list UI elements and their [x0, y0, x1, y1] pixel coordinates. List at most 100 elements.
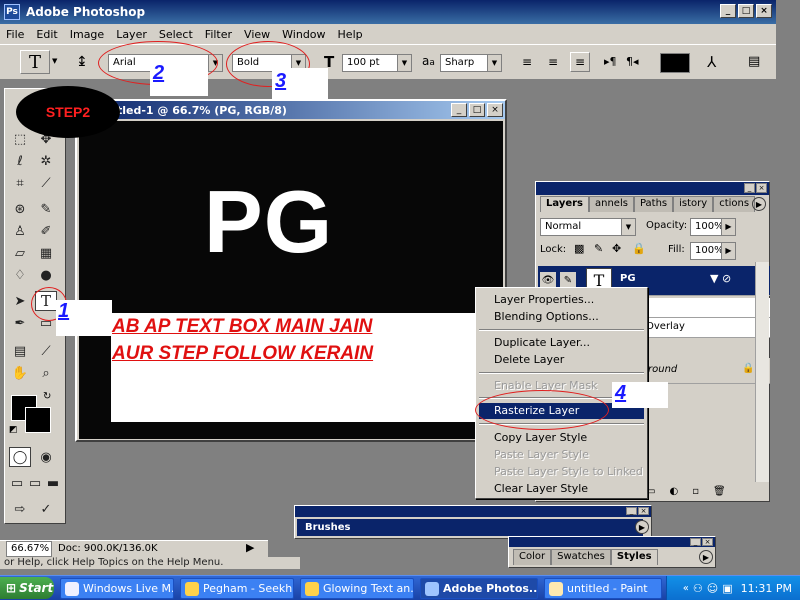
antialias-select[interactable]: Sharp ▼: [440, 54, 502, 72]
menu-edit[interactable]: Edit: [36, 28, 57, 41]
lock-all-icon[interactable]: 🔒: [632, 242, 646, 255]
lock-transparency-icon[interactable]: ▩: [574, 242, 584, 255]
taskbar-item-paint[interactable]: untitled - Paint: [544, 578, 662, 599]
crop-tool-icon[interactable]: ⌗: [9, 173, 31, 193]
tab-channels[interactable]: annels: [589, 196, 634, 212]
dodge-tool-icon[interactable]: ●: [35, 265, 57, 285]
menu-layer[interactable]: Layer: [116, 28, 147, 41]
palette-minimize-icon[interactable]: _: [626, 507, 637, 515]
taskbar-item-photoshop[interactable]: Adobe Photos...: [420, 578, 538, 599]
network-icon[interactable]: ⚇: [693, 582, 703, 595]
adjustment-layer-icon[interactable]: ◐: [669, 486, 678, 497]
tab-color[interactable]: Color: [513, 549, 552, 565]
tab-swatches[interactable]: Swatches: [551, 549, 611, 565]
menu-view[interactable]: View: [244, 28, 270, 41]
start-button[interactable]: ⊞ Start: [0, 577, 54, 599]
tab-styles[interactable]: Styles: [610, 549, 658, 565]
new-layer-icon[interactable]: ▫: [692, 486, 699, 497]
layer-style-icon[interactable]: ▼ ⊘: [710, 272, 731, 285]
menu-select[interactable]: Select: [159, 28, 193, 41]
taskbar-item-glowing-text[interactable]: Glowing Text an...: [300, 578, 414, 599]
chevron-left-icon[interactable]: «: [683, 583, 689, 594]
default-colors-icon[interactable]: ◩: [9, 425, 18, 435]
quickmask-mode-icon[interactable]: ◉: [35, 447, 57, 467]
minimize-button[interactable]: _: [720, 4, 736, 18]
screen-mode-full-menu-icon[interactable]: ▭: [27, 473, 43, 493]
gradient-tool-icon[interactable]: ▦: [35, 243, 57, 263]
canvas-text-layer[interactable]: PG: [204, 171, 333, 273]
menu-item-clear-layer-style[interactable]: Clear Layer Style: [479, 481, 644, 497]
palette-close-icon[interactable]: ×: [756, 183, 767, 193]
menu-window[interactable]: Window: [282, 28, 325, 41]
menu-item-delete-layer[interactable]: Delete Layer: [479, 352, 644, 368]
doc-minimize-button[interactable]: _: [451, 103, 467, 117]
eraser-tool-icon[interactable]: ▱: [9, 243, 31, 263]
menu-item-copy-layer-style[interactable]: Copy Layer Style: [479, 430, 644, 446]
zoom-tool-icon[interactable]: ⌕: [35, 363, 57, 383]
menu-help[interactable]: Help: [338, 28, 363, 41]
blend-mode-select[interactable]: Normal ▼: [540, 218, 636, 236]
tab-paths[interactable]: Paths: [633, 196, 674, 212]
align-left-icon[interactable]: ≡: [522, 55, 532, 69]
clone-stamp-icon[interactable]: ♙: [9, 221, 31, 241]
warp-text-icon[interactable]: ⅄: [707, 53, 716, 71]
brushes-palette-title[interactable]: Brushes: [297, 519, 643, 536]
rtl-icon[interactable]: ¶◂: [626, 55, 639, 68]
screen-mode-full-icon[interactable]: ▬: [45, 473, 61, 493]
menu-item-layer-properties[interactable]: Layer Properties...: [479, 292, 644, 308]
text-tool-preset-button[interactable]: T: [20, 50, 50, 74]
eyedropper-icon[interactable]: ⟋: [35, 341, 57, 361]
menu-file[interactable]: File: [6, 28, 24, 41]
palette-close-icon[interactable]: ×: [638, 507, 649, 515]
menu-filter[interactable]: Filter: [205, 28, 232, 41]
doc-maximize-button[interactable]: □: [469, 103, 485, 117]
menu-item-duplicate-layer[interactable]: Duplicate Layer...: [479, 335, 644, 351]
palette-menu-icon[interactable]: ▶: [635, 520, 649, 534]
swap-colors-icon[interactable]: ↻: [43, 391, 51, 402]
layers-scrollbar[interactable]: [755, 262, 769, 482]
pen-tool-icon[interactable]: ✒: [9, 313, 31, 333]
fill-field[interactable]: 100% ▶: [690, 242, 736, 260]
menu-image[interactable]: Image: [70, 28, 104, 41]
palette-menu-icon[interactable]: ▶: [752, 197, 766, 211]
zoom-field[interactable]: 66.67%: [6, 541, 52, 557]
history-brush-icon[interactable]: ✐: [35, 221, 57, 241]
align-center-icon[interactable]: ≡: [548, 55, 558, 69]
status-menu-icon[interactable]: ▶: [246, 541, 254, 554]
palette-close-icon[interactable]: ×: [702, 538, 713, 546]
brush-tool-icon[interactable]: ✎: [35, 199, 57, 219]
healing-brush-icon[interactable]: ⊛: [9, 199, 31, 219]
jump-to-imageready-icon[interactable]: ⇨: [9, 499, 31, 519]
palette-menu-icon[interactable]: ▶: [699, 550, 713, 564]
notes-tool-icon[interactable]: ▤: [9, 341, 31, 361]
doc-close-button[interactable]: ×: [487, 103, 503, 117]
display-icon[interactable]: ▣: [722, 582, 732, 595]
standard-mode-icon[interactable]: ◯: [9, 447, 31, 467]
messenger-tray-icon[interactable]: ☺: [707, 582, 718, 595]
tab-history[interactable]: istory: [673, 196, 714, 212]
tab-layers[interactable]: Layers: [540, 196, 589, 212]
palette-minimize-icon[interactable]: _: [690, 538, 701, 546]
preset-dropdown-icon[interactable]: ▼: [52, 57, 57, 65]
orientation-toggle-icon[interactable]: ↨: [76, 54, 88, 70]
opacity-field[interactable]: 100% ▶: [690, 218, 736, 236]
lock-brush-icon[interactable]: ✎: [594, 242, 603, 255]
taskbar-item-pegham[interactable]: Pegham - Seekh...: [180, 578, 294, 599]
slice-tool-icon[interactable]: ⟋: [35, 173, 57, 193]
screen-mode-standard-icon[interactable]: ▭: [9, 473, 25, 493]
palette-minimize-icon[interactable]: _: [744, 183, 755, 193]
lasso-tool-icon[interactable]: ℓ: [9, 151, 31, 171]
background-color-swatch[interactable]: [25, 407, 51, 433]
tab-actions[interactable]: ctions: [713, 196, 756, 212]
close-button[interactable]: ×: [756, 4, 772, 18]
taskbar-item-windows-live[interactable]: Windows Live M...: [60, 578, 174, 599]
marquee-tool-icon[interactable]: ⬚: [9, 129, 31, 149]
maximize-button[interactable]: □: [738, 4, 754, 18]
path-selection-icon[interactable]: ➤: [9, 291, 31, 311]
menu-item-blending-options[interactable]: Blending Options...: [479, 309, 644, 325]
font-size-select[interactable]: 100 pt ▼: [342, 54, 412, 72]
blur-tool-icon[interactable]: ♢: [9, 265, 31, 285]
hand-tool-icon[interactable]: ✋: [9, 363, 31, 383]
trash-icon[interactable]: 🗑: [713, 486, 726, 497]
palettes-icon[interactable]: ▤: [748, 54, 760, 69]
